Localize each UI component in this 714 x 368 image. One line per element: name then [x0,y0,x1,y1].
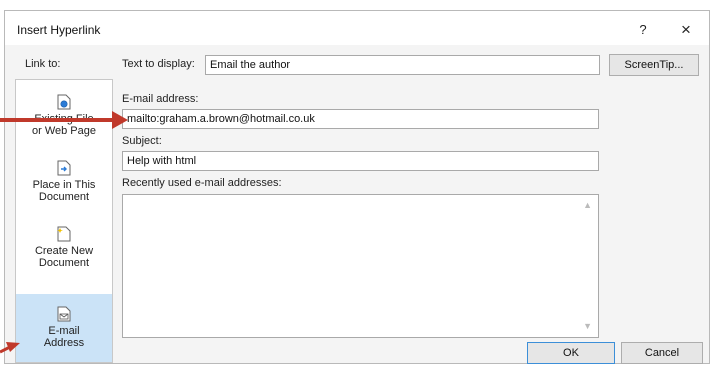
sidebar-item-create-new[interactable]: Create New Document [16,226,112,269]
sidebar-item-label: Place in This [32,179,96,191]
insert-hyperlink-dialog: Insert Hyperlink ? × Link to: Existing F… [4,10,710,364]
email-icon [57,306,71,322]
recent-addresses-list[interactable]: ▲ ▼ [122,194,599,338]
email-field-arrow-icon [0,111,128,129]
sidebar-item-email-address[interactable]: E-mail Address [16,294,112,362]
dialog-title: Insert Hyperlink [17,23,101,37]
ok-button[interactable]: OK [527,342,615,364]
sidebar-item-label: E-mail [48,325,80,337]
email-address-label: E-mail address: [122,93,199,105]
new-document-icon [57,226,71,242]
title-bar: Insert Hyperlink ? × [5,11,709,45]
scroll-up-icon[interactable]: ▲ [583,200,592,210]
sidebar-item-label: Address [43,337,85,349]
email-item-arrow-icon [0,342,20,354]
document-arrow-icon [57,160,71,176]
recent-addresses-label: Recently used e-mail addresses: [122,177,282,189]
email-address-input[interactable] [122,109,599,129]
subject-input[interactable] [122,151,599,171]
text-to-display-label: Text to display: [122,58,195,70]
sidebar-item-label: Document [38,191,90,203]
sidebar-item-place-in-document[interactable]: Place in This Document [16,160,112,203]
link-to-label: Link to: [25,58,61,70]
sidebar-item-label: Document [38,257,90,269]
help-button[interactable]: ? [633,20,653,40]
text-to-display-input[interactable] [205,55,600,75]
subject-label: Subject: [122,135,162,147]
close-button[interactable]: × [675,19,697,41]
screentip-button[interactable]: ScreenTip... [609,54,699,76]
scroll-down-icon[interactable]: ▼ [583,321,592,331]
cancel-button[interactable]: Cancel [621,342,703,364]
sidebar-item-label: Create New [34,245,94,257]
